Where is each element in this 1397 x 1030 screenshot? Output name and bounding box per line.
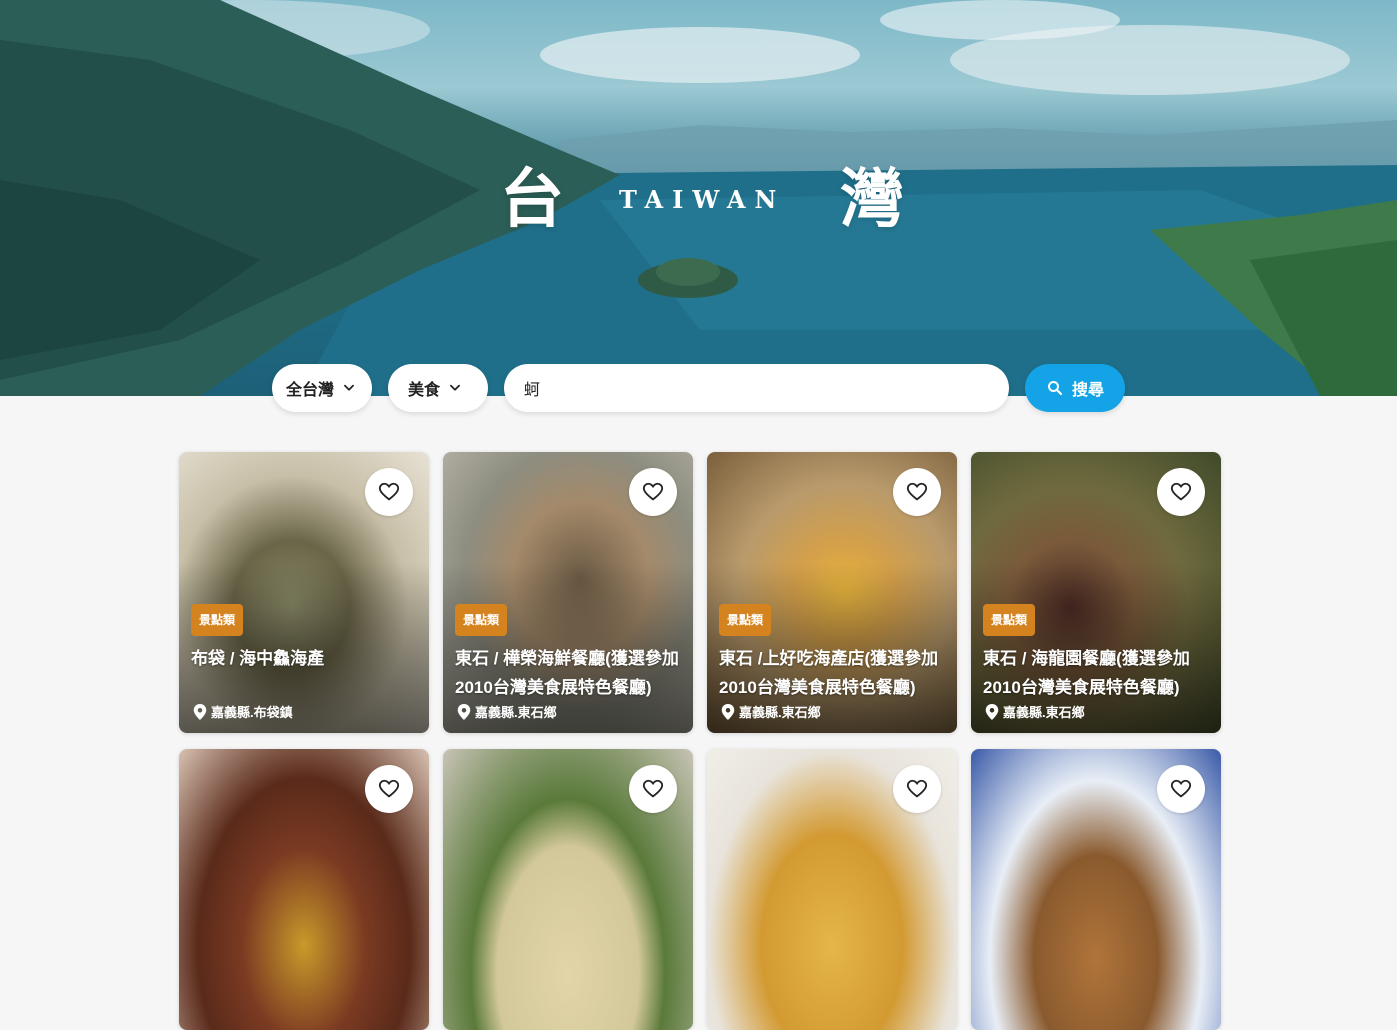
hero-banner: 台 TAIWAN 灣 bbox=[0, 0, 1397, 396]
keyword-search-value: 蚵 bbox=[524, 382, 541, 399]
result-card[interactable]: 景點類 東石 / 海龍園餐廳(獲選參加2010台灣美食展特色餐廳) 嘉義縣.東石… bbox=[971, 452, 1221, 733]
result-card[interactable] bbox=[707, 749, 957, 1030]
region-select[interactable]: 全台灣 bbox=[272, 364, 372, 412]
favorite-button[interactable] bbox=[893, 468, 941, 516]
card-title: 東石 / 海龍園餐廳(獲選參加2010台灣美食展特色餐廳) bbox=[983, 649, 1190, 697]
hero-title-char-1: 台 bbox=[500, 162, 564, 237]
card-location-label: 嘉義縣.東石鄉 bbox=[475, 705, 557, 720]
search-icon bbox=[1048, 381, 1063, 396]
heart-icon bbox=[1170, 779, 1192, 798]
heart-icon bbox=[378, 482, 400, 501]
heart-icon bbox=[378, 779, 400, 798]
card-location: 嘉義縣.布袋鎮 bbox=[193, 702, 293, 721]
hero-title-char-2: 灣 bbox=[840, 162, 904, 237]
card-location: 嘉義縣.東石鄉 bbox=[721, 702, 821, 721]
favorite-button[interactable] bbox=[629, 468, 677, 516]
card-title: 布袋 / 海中鱻海產 bbox=[191, 649, 325, 668]
card-title: 東石 / 樺榮海鮮餐廳(獲選參加2010台灣美食展特色餐廳) bbox=[455, 649, 679, 697]
category-select-label: 美食 bbox=[408, 382, 441, 399]
chevron-down-icon bbox=[450, 384, 460, 391]
hero-title-english: TAIWAN bbox=[619, 185, 786, 214]
result-card[interactable] bbox=[443, 749, 693, 1030]
heart-icon bbox=[1170, 482, 1192, 501]
heart-icon bbox=[906, 779, 928, 798]
region-select-label: 全台灣 bbox=[286, 382, 335, 399]
result-card[interactable]: 景點類 布袋 / 海中鱻海產 嘉義縣.布袋鎮 bbox=[179, 452, 429, 733]
heart-icon bbox=[642, 779, 664, 798]
category-badge: 景點類 bbox=[455, 604, 508, 636]
chevron-down-icon bbox=[344, 384, 354, 391]
category-badge: 景點類 bbox=[719, 604, 772, 636]
favorite-button[interactable] bbox=[893, 765, 941, 813]
location-pin-icon bbox=[193, 703, 207, 720]
location-pin-icon bbox=[457, 703, 471, 720]
favorite-button[interactable] bbox=[1157, 765, 1205, 813]
category-select[interactable]: 美食 bbox=[388, 364, 488, 412]
card-location: 嘉義縣.東石鄉 bbox=[985, 702, 1085, 721]
category-badge: 景點類 bbox=[191, 604, 244, 636]
card-location-label: 嘉義縣.東石鄉 bbox=[739, 705, 821, 720]
result-card[interactable] bbox=[179, 749, 429, 1030]
result-card[interactable]: 景點類 東石 / 樺榮海鮮餐廳(獲選參加2010台灣美食展特色餐廳) 嘉義縣.東… bbox=[443, 452, 693, 733]
keyword-search-input[interactable]: 蚵 bbox=[504, 364, 1009, 412]
location-pin-icon bbox=[985, 703, 999, 720]
search-button-label: 搜尋 bbox=[1071, 382, 1104, 399]
card-title: 東石 /上好吃海產店(獲選參加2010台灣美食展特色餐廳) bbox=[719, 649, 939, 697]
heart-icon bbox=[906, 482, 928, 501]
hero-title: 台 TAIWAN 灣 bbox=[0, 160, 1397, 240]
search-button[interactable]: 搜尋 bbox=[1025, 364, 1125, 412]
search-bar: 全台灣 美食 蚵 搜尋 bbox=[0, 364, 1397, 412]
card-location: 嘉義縣.東石鄉 bbox=[457, 702, 557, 721]
result-card[interactable]: 景點類 東石 /上好吃海產店(獲選參加2010台灣美食展特色餐廳) 嘉義縣.東石… bbox=[707, 452, 957, 733]
favorite-button[interactable] bbox=[365, 765, 413, 813]
location-pin-icon bbox=[721, 703, 735, 720]
result-card[interactable] bbox=[971, 749, 1221, 1030]
favorite-button[interactable] bbox=[365, 468, 413, 516]
favorite-button[interactable] bbox=[1157, 468, 1205, 516]
card-location-label: 嘉義縣.東石鄉 bbox=[1003, 705, 1085, 720]
heart-icon bbox=[642, 482, 664, 501]
card-location-label: 嘉義縣.布袋鎮 bbox=[211, 705, 293, 720]
favorite-button[interactable] bbox=[629, 765, 677, 813]
category-badge: 景點類 bbox=[983, 604, 1036, 636]
